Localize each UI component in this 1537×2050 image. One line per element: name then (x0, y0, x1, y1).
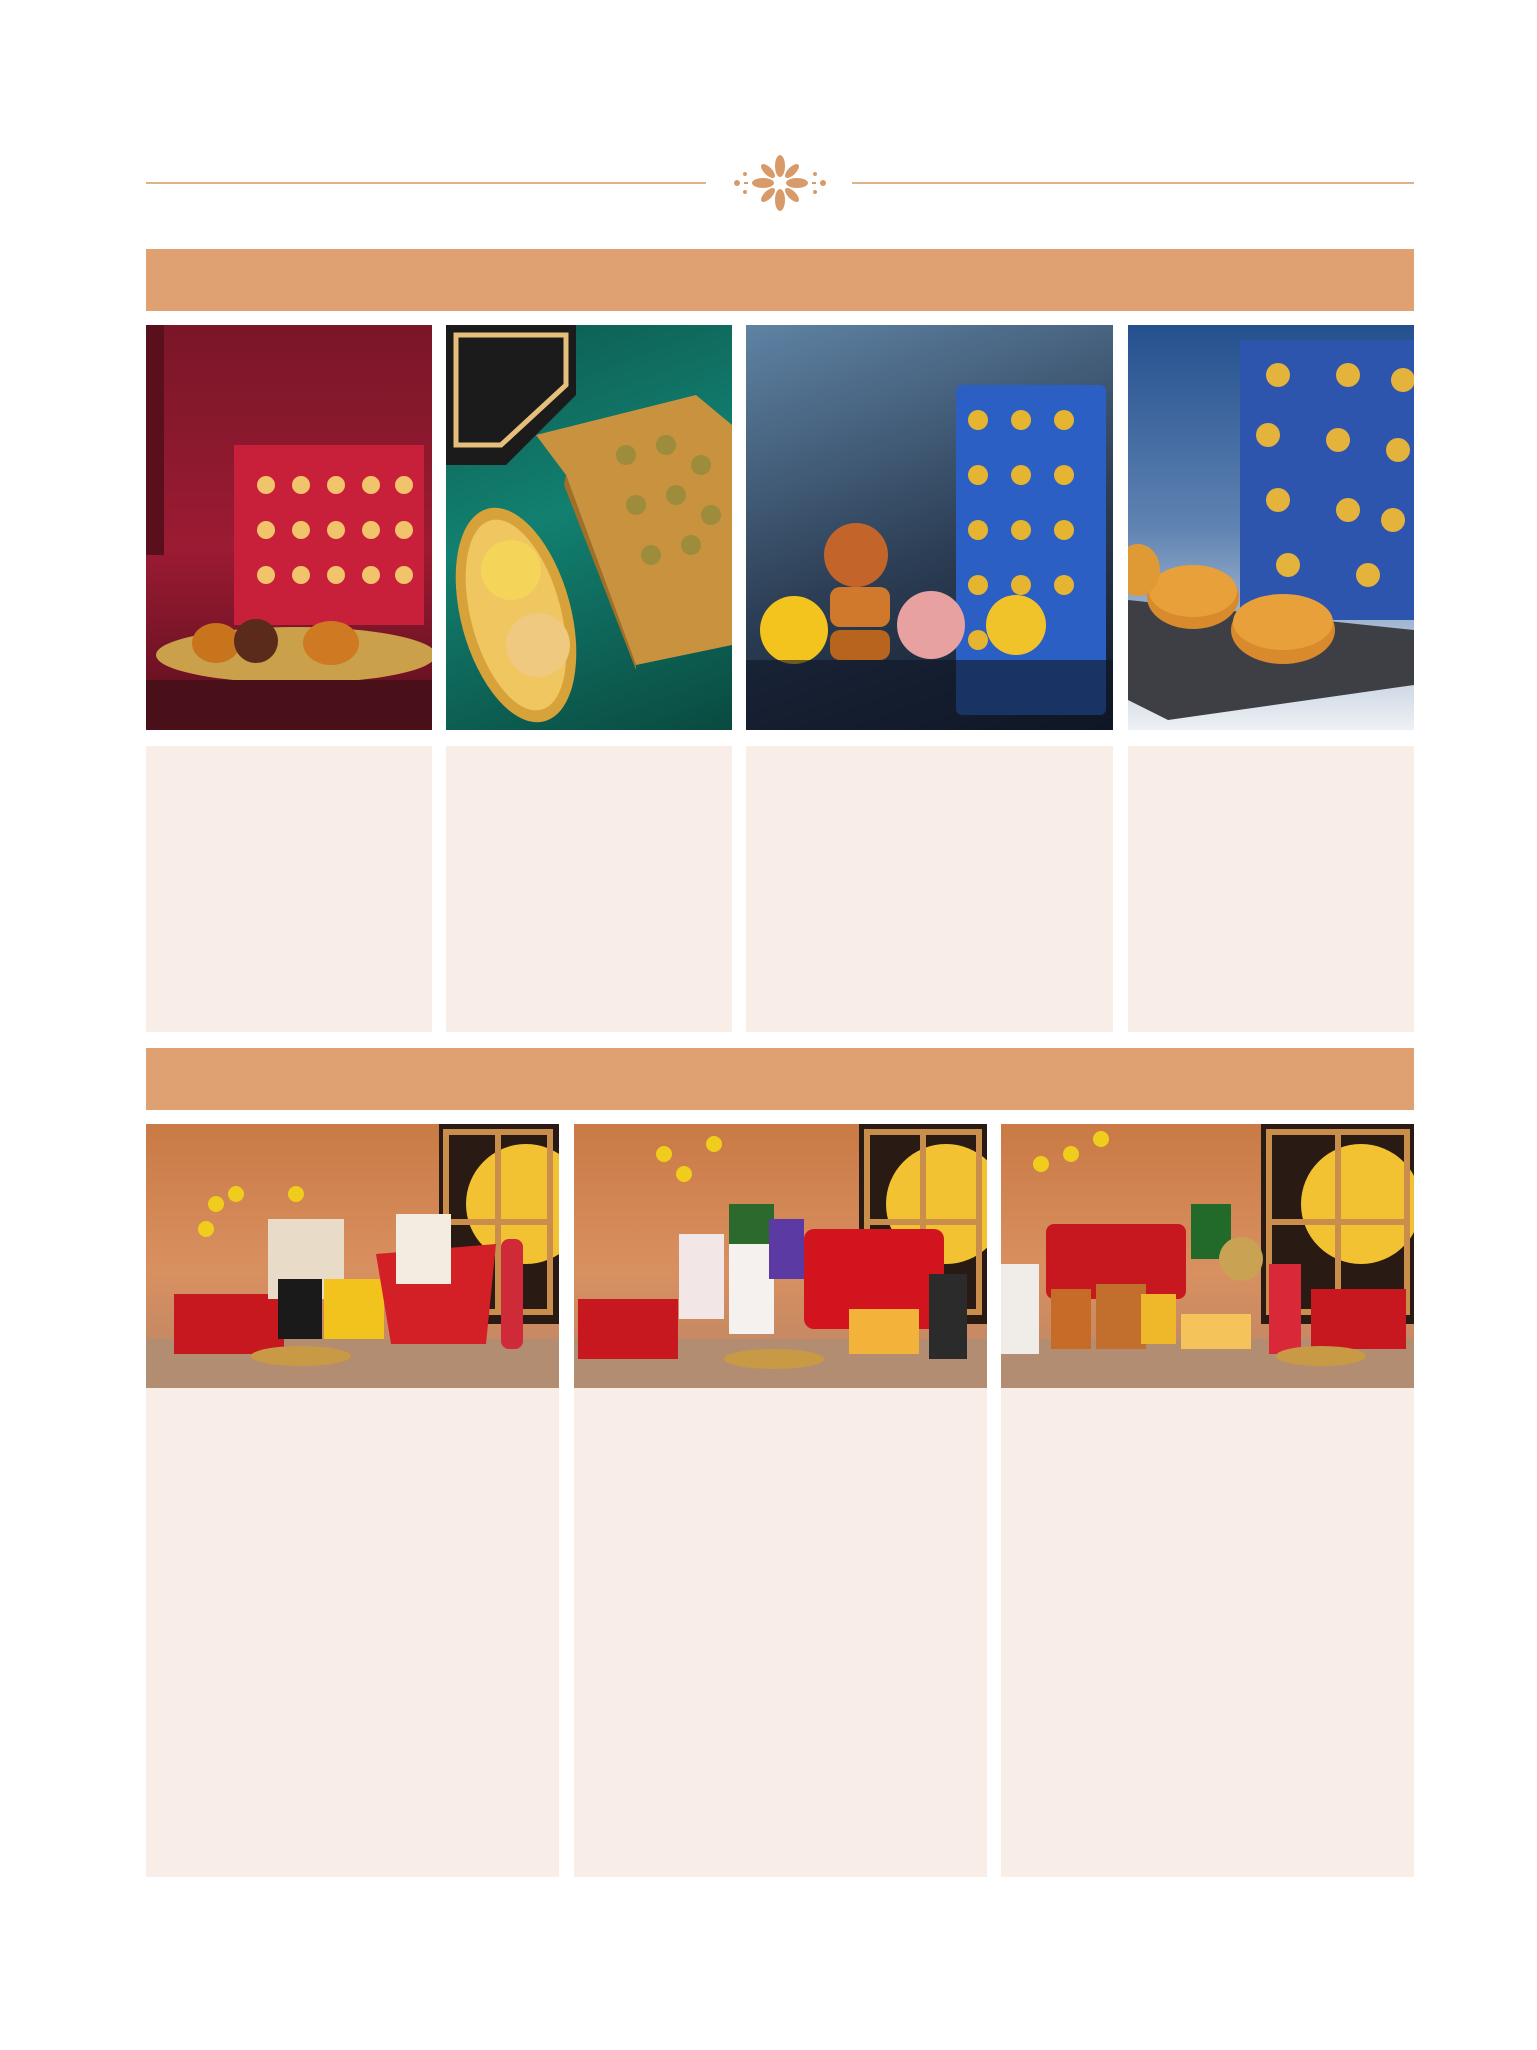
product-card-2 (446, 746, 732, 1032)
divider-line-right (852, 182, 1414, 184)
hamper-red-chest-photo (1001, 1124, 1414, 1388)
product-card-4 (1128, 746, 1414, 1032)
floral-ornament-icon (725, 152, 835, 214)
hamper-red-bucket-photo (146, 1124, 559, 1388)
section-2-title-band (146, 1048, 1414, 1110)
hamper-card-1 (146, 1388, 559, 1877)
mooncake-blue-case-photo (746, 325, 1113, 730)
section-1-title-band (146, 249, 1414, 311)
product-card-3 (746, 746, 1113, 1032)
hamper-card-3 (1001, 1388, 1414, 1877)
mooncake-red-box-photo (146, 325, 432, 730)
hamper-card-2 (574, 1388, 987, 1877)
mooncake-blue-box-slate-photo (1128, 325, 1414, 730)
product-card-1 (146, 746, 432, 1032)
divider-line-left (146, 182, 706, 184)
hamper-red-trunk-photo (574, 1124, 987, 1388)
mooncake-gold-box-photo (446, 325, 732, 730)
